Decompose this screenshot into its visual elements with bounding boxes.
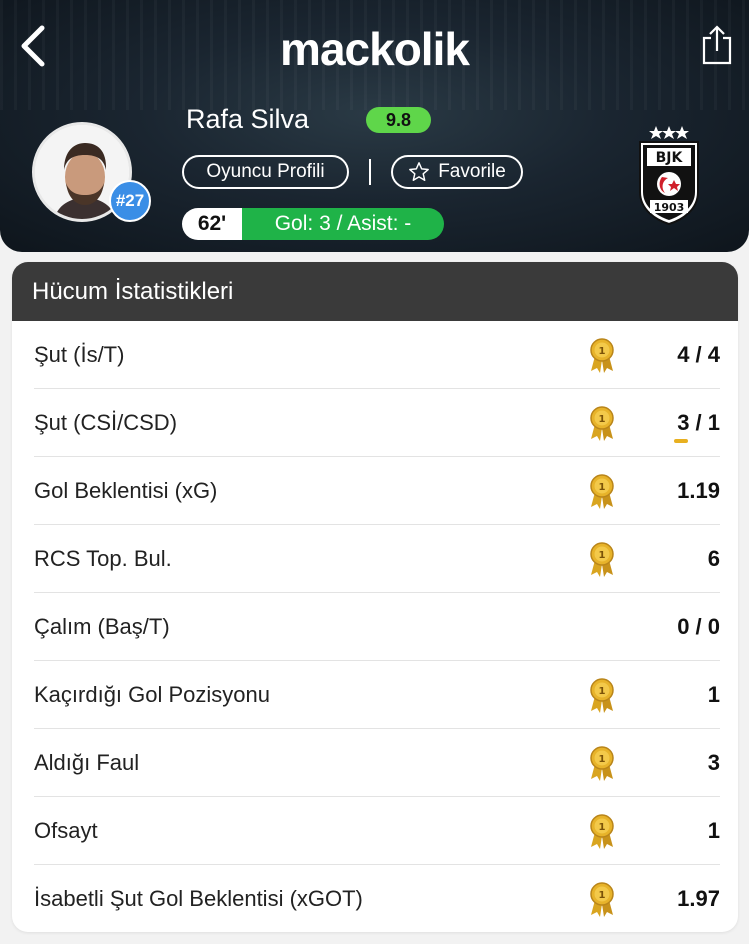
star-outline-icon: [409, 162, 430, 181]
stat-value: 1: [707, 681, 720, 707]
svg-text:1: 1: [599, 754, 606, 765]
stat-row: Şut (İs/T) 1 4 / 4: [34, 321, 720, 389]
stat-value: 1.97: [677, 886, 720, 911]
player-name: Rafa Silva: [186, 104, 310, 134]
highlight-underline: [674, 439, 688, 443]
stat-label: Şut (İs/T): [34, 341, 125, 367]
stat-label: Şut (CSİ/CSD): [34, 409, 178, 435]
favorite-button[interactable]: Favorile: [391, 155, 523, 189]
separator: [369, 159, 371, 185]
gold-medal-icon: 1: [588, 814, 616, 850]
stat-row: Gol Beklentisi (xG) 1 1.19: [34, 457, 720, 525]
stats-list: Şut (İs/T) 1 4 / 4 Şut (CSİ/CSD) 1 3 / 1 Gol B…: [12, 321, 738, 932]
svg-text:1: 1: [599, 482, 606, 493]
svg-text:1: 1: [599, 686, 606, 697]
stat-label: Ofsayt: [34, 817, 98, 843]
stat-row: Çalım (Baş/T) 0 / 0: [34, 593, 720, 661]
stat-value: 6: [707, 545, 720, 571]
player-header: mackolik #27 Rafa Silva 9.8 Oyuncu Profi…: [0, 0, 749, 252]
attack-stats-card: Hücum İstatistikleri Şut (İs/T) 1 4 / 4 Şut…: [12, 262, 738, 932]
gold-medal-icon: 1: [588, 678, 616, 714]
gold-medal-icon: 1: [588, 474, 616, 510]
app-logo: mackolik: [280, 23, 470, 75]
gold-medal-icon: 1: [588, 746, 616, 782]
rating-badge: 9.8: [366, 107, 431, 133]
svg-text:1903: 1903: [654, 201, 685, 214]
stat-value: 0 / 0: [677, 613, 720, 639]
svg-text:BJK: BJK: [656, 150, 684, 166]
stat-value: 1: [707, 817, 720, 843]
besiktas-crest-icon[interactable]: BJK 1903: [632, 122, 706, 226]
stat-label: Gol Beklentisi (xG): [34, 477, 218, 503]
stat-row: İsabetli Şut Gol Beklentisi (xGOT) 1 1.97: [34, 865, 720, 932]
svg-text:1: 1: [599, 822, 606, 833]
stat-label: Kaçırdığı Gol Pozisyonu: [34, 681, 271, 707]
minutes-played: 62': [182, 208, 242, 240]
favorite-label: Favorile: [438, 161, 506, 182]
stat-value: 3 / 1: [677, 409, 720, 435]
svg-text:1: 1: [599, 346, 606, 357]
shirt-number-badge: #27: [109, 180, 151, 222]
gold-medal-icon: 1: [588, 406, 616, 442]
stat-row: Şut (CSİ/CSD) 1 3 / 1: [34, 389, 720, 457]
goals-assists: Gol: 3 / Asist: -: [242, 208, 444, 240]
share-icon[interactable]: [700, 24, 734, 66]
stat-value: 4 / 4: [677, 341, 720, 367]
svg-text:1: 1: [599, 550, 606, 561]
gold-medal-icon: 1: [588, 542, 616, 578]
gold-medal-icon: 1: [588, 338, 616, 374]
card-title: Hücum İstatistikleri: [12, 262, 738, 321]
stat-label: Çalım (Baş/T): [34, 613, 170, 639]
svg-text:1: 1: [599, 890, 606, 901]
stat-value: 1.19: [677, 477, 720, 503]
stat-row: Kaçırdığı Gol Pozisyonu 1 1: [34, 661, 720, 729]
stat-row: RCS Top. Bul. 1 6: [34, 525, 720, 593]
stat-label: RCS Top. Bul.: [34, 545, 172, 571]
player-profile-label: Oyuncu Profili: [206, 161, 325, 182]
gold-medal-icon: 1: [588, 882, 616, 918]
stat-row: Ofsayt 1 1: [34, 797, 720, 865]
stat-label: Aldığı Faul: [34, 749, 140, 775]
stat-label: İsabetli Şut Gol Beklentisi (xGOT): [34, 886, 363, 911]
stat-row: Aldığı Faul 1 3: [34, 729, 720, 797]
svg-text:1: 1: [599, 414, 606, 425]
stat-value: 3: [707, 749, 720, 775]
player-profile-button[interactable]: Oyuncu Profili: [182, 155, 349, 189]
